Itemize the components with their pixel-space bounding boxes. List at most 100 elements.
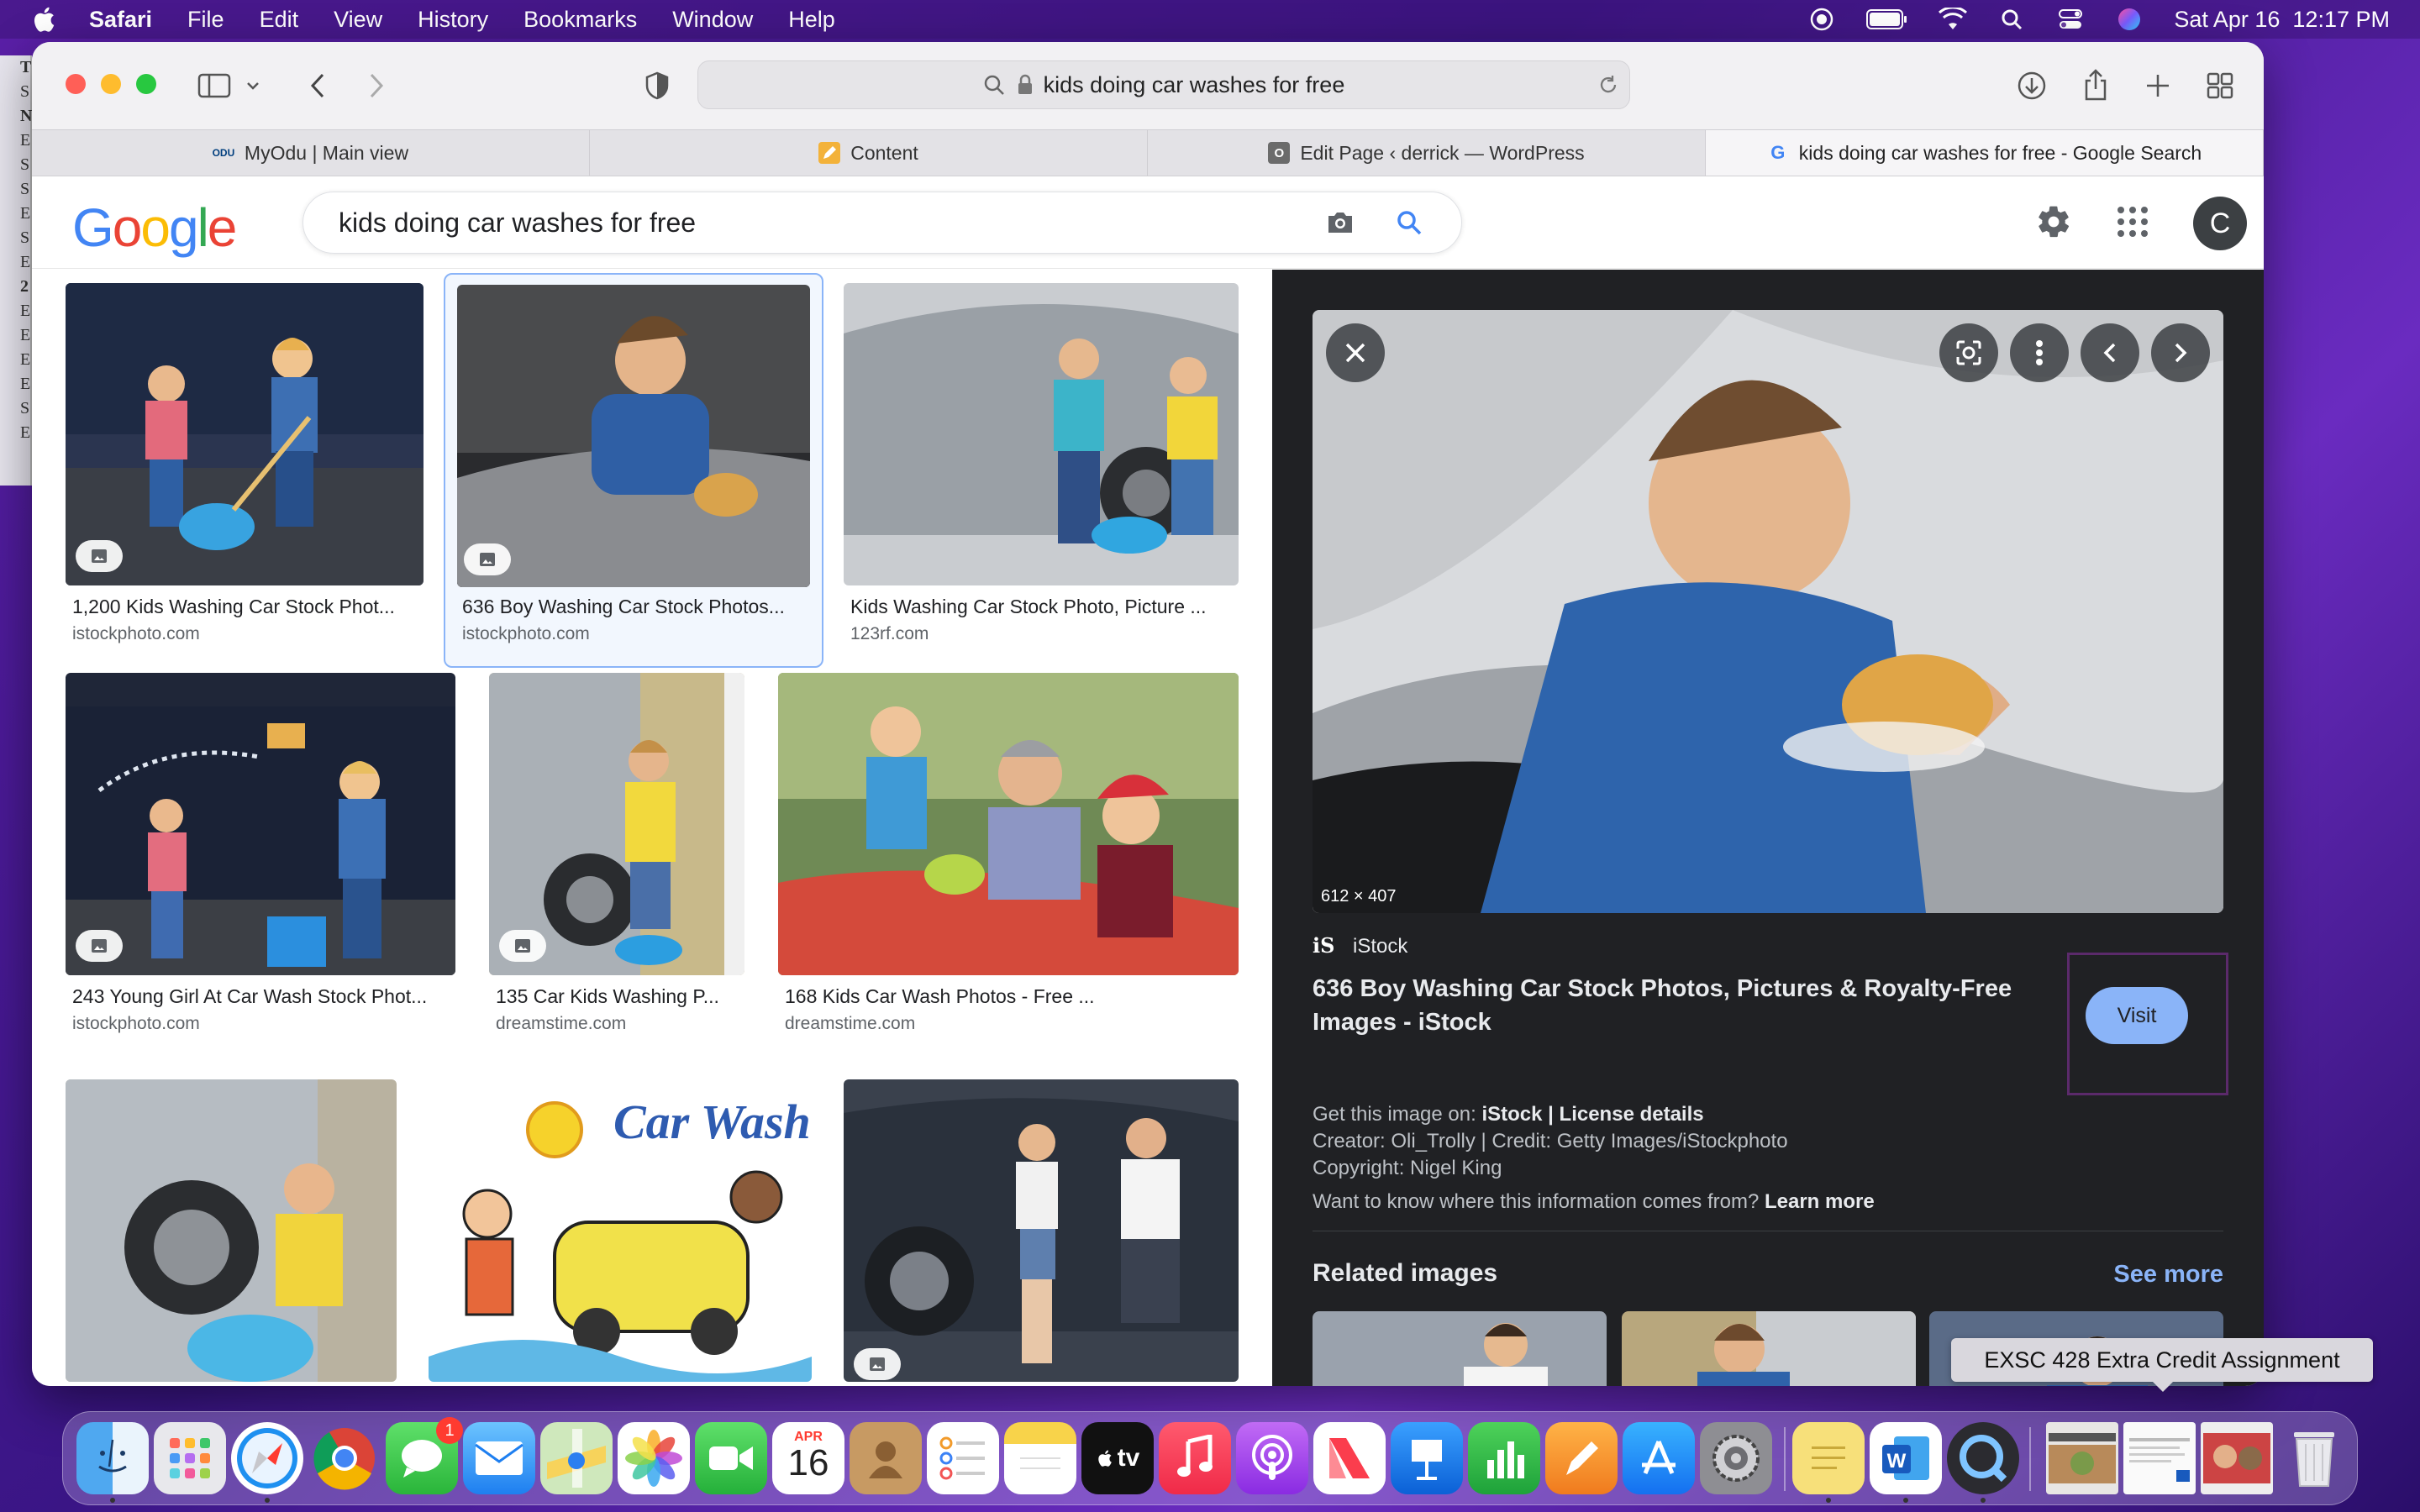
spotlight-search-icon[interactable] [1997, 7, 2026, 32]
result-thumbnail[interactable]: Car Wash [429, 1079, 812, 1382]
menu-window[interactable]: Window [672, 7, 753, 33]
sidebar-toggle-icon[interactable] [195, 67, 234, 104]
image-result-card[interactable]: Kids Washing Car Stock Photo, Picture ..… [844, 283, 1239, 653]
new-tab-plus-icon[interactable] [2139, 67, 2176, 104]
keynote-icon[interactable] [1391, 1422, 1463, 1494]
image-result-card[interactable] [844, 1079, 1239, 1382]
result-thumbnail[interactable] [778, 673, 1239, 975]
reload-icon[interactable] [1597, 74, 1619, 96]
microsoft-word-icon[interactable]: W [1870, 1422, 1942, 1494]
minimized-document-thumb[interactable] [2123, 1422, 2196, 1494]
menu-history[interactable]: History [418, 7, 488, 33]
image-result-card[interactable]: Car Wash [429, 1079, 812, 1382]
back-chevron-icon[interactable] [301, 67, 334, 104]
siri-icon[interactable] [2115, 7, 2144, 32]
preview-image[interactable] [1313, 310, 2223, 913]
facetime-icon[interactable] [695, 1422, 767, 1494]
battery-icon[interactable] [1866, 7, 1908, 32]
downloads-icon[interactable] [2013, 67, 2050, 104]
apple-tv-icon[interactable]: tv [1081, 1422, 1154, 1494]
related-image-thumb[interactable] [1622, 1311, 1916, 1386]
result-thumbnail[interactable] [66, 283, 424, 585]
tab-wordpress[interactable]: O Edit Page ‹ derrick — WordPress [1148, 130, 1706, 176]
google-apps-grid-icon[interactable] [2116, 205, 2149, 243]
settings-gear-icon[interactable] [2035, 203, 2072, 244]
photos-icon[interactable] [618, 1422, 690, 1494]
privacy-report-shield-icon[interactable] [640, 67, 674, 104]
menu-view[interactable]: View [334, 7, 382, 33]
result-source[interactable]: dreamstime.com [496, 1014, 626, 1034]
share-icon[interactable] [2077, 67, 2114, 104]
zoom-window-button[interactable] [136, 74, 156, 94]
result-title[interactable]: 243 Young Girl At Car Wash Stock Phot... [72, 985, 449, 1008]
close-window-button[interactable] [66, 74, 86, 94]
screen-record-icon[interactable] [1807, 7, 1836, 32]
google-lens-button[interactable] [1939, 323, 1998, 382]
app-store-icon[interactable] [1623, 1422, 1695, 1494]
tab-google-search[interactable]: G kids doing car washes for free - Googl… [1706, 130, 2264, 176]
chrome-icon[interactable] [308, 1422, 381, 1494]
pages-icon[interactable] [1545, 1422, 1618, 1494]
result-source[interactable]: 123rf.com [850, 624, 929, 644]
numbers-icon[interactable] [1468, 1422, 1540, 1494]
tab-overview-icon[interactable] [2202, 67, 2238, 104]
next-image-button[interactable] [2151, 323, 2210, 382]
result-title[interactable]: Kids Washing Car Stock Photo, Picture ..… [850, 596, 1237, 618]
google-search-box[interactable]: kids doing car washes for free [302, 192, 1462, 254]
tab-content[interactable]: Content [590, 130, 1148, 176]
forward-chevron-icon[interactable] [360, 67, 393, 104]
apple-menu-icon[interactable] [30, 4, 60, 34]
result-source[interactable]: dreamstime.com [785, 1014, 915, 1034]
mail-icon[interactable] [463, 1422, 535, 1494]
tab-myodu[interactable]: ODU MyOdu | Main view [32, 130, 590, 176]
menubar-clock[interactable]: Sat Apr 16 12:17 PM [2174, 7, 2390, 33]
wifi-icon[interactable] [1939, 7, 1968, 32]
result-title[interactable]: 135 Car Kids Washing P... [496, 985, 744, 1008]
result-source[interactable]: istockphoto.com [72, 624, 200, 644]
preview-title[interactable]: 636 Boy Washing Car Stock Photos, Pictur… [1313, 972, 2086, 1039]
reminders-icon[interactable] [927, 1422, 999, 1494]
trash-icon[interactable] [2278, 1422, 2350, 1494]
sidebar-chevron-down-icon[interactable] [244, 67, 262, 104]
notes-icon[interactable] [1004, 1422, 1076, 1494]
get-image-site-link[interactable]: iStock [1481, 1103, 1542, 1126]
image-result-card[interactable] [66, 1079, 397, 1382]
image-result-card[interactable]: 168 Kids Car Wash Photos - Free ... drea… [778, 673, 1239, 1042]
minimize-window-button[interactable] [101, 74, 121, 94]
result-title[interactable]: 636 Boy Washing Car Stock Photos... [462, 596, 807, 618]
see-more-link[interactable]: See more [2113, 1261, 2223, 1289]
more-options-button[interactable] [2010, 323, 2069, 382]
previous-image-button[interactable] [2081, 323, 2139, 382]
result-title[interactable]: 168 Kids Car Wash Photos - Free ... [785, 985, 1239, 1008]
search-icon[interactable] [1392, 206, 1426, 239]
result-source[interactable]: istockphoto.com [462, 624, 590, 644]
contacts-icon[interactable] [850, 1422, 922, 1494]
system-preferences-icon[interactable] [1700, 1422, 1772, 1494]
finder-icon[interactable] [76, 1422, 149, 1494]
podcasts-icon[interactable] [1236, 1422, 1308, 1494]
control-center-icon[interactable] [2056, 7, 2085, 32]
music-icon[interactable] [1159, 1422, 1231, 1494]
google-search-input[interactable]: kids doing car washes for free [339, 207, 1323, 239]
account-avatar[interactable]: C [2193, 197, 2247, 250]
image-result-card[interactable]: 243 Young Girl At Car Wash Stock Phot...… [66, 673, 455, 1042]
stickies-icon[interactable] [1792, 1422, 1865, 1494]
menu-help[interactable]: Help [788, 7, 835, 33]
learn-more-link[interactable]: Learn more [1765, 1190, 1875, 1213]
camera-search-icon[interactable] [1323, 206, 1357, 239]
result-thumbnail[interactable] [844, 283, 1239, 585]
launchpad-icon[interactable] [154, 1422, 226, 1494]
safari-icon[interactable] [231, 1422, 303, 1494]
visit-button[interactable]: Visit [2086, 987, 2188, 1044]
result-title[interactable]: 1,200 Kids Washing Car Stock Phot... [72, 596, 417, 618]
image-result-card[interactable]: 1,200 Kids Washing Car Stock Phot... ist… [66, 283, 424, 653]
minimized-window-thumb[interactable] [2046, 1422, 2118, 1494]
menu-edit[interactable]: Edit [260, 7, 299, 33]
result-thumbnail[interactable] [66, 673, 455, 975]
result-thumbnail[interactable] [457, 285, 810, 587]
menu-file[interactable]: File [187, 7, 224, 33]
menu-bookmarks[interactable]: Bookmarks [523, 7, 637, 33]
address-bar[interactable]: kids doing car washes for free [697, 60, 1630, 109]
google-logo[interactable]: Google [72, 197, 237, 259]
calendar-icon[interactable]: APR 16 [772, 1422, 844, 1494]
